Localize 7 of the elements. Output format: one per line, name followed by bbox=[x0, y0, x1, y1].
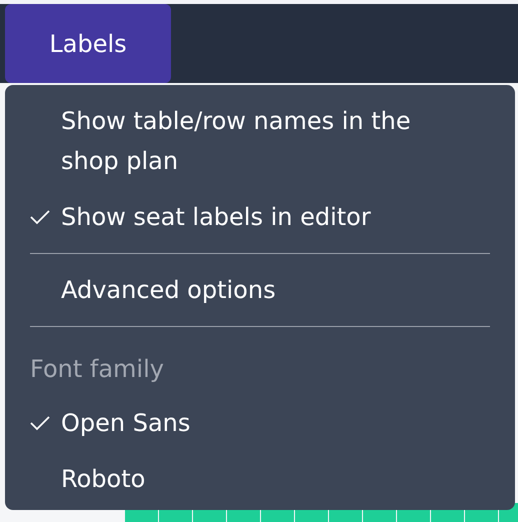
menu-item[interactable]: Advanced options bbox=[30, 262, 490, 318]
menu-header: Font family bbox=[30, 354, 165, 385]
menu-item[interactable]: Roboto bbox=[30, 451, 490, 507]
menu-item[interactable]: Show table/row names in the shop plan bbox=[30, 93, 490, 189]
menu-item[interactable]: Show seat labels in editor bbox=[30, 189, 490, 245]
menu-item[interactable]: Open Sans bbox=[30, 395, 490, 451]
labels-button[interactable]: Labels bbox=[5, 4, 171, 83]
